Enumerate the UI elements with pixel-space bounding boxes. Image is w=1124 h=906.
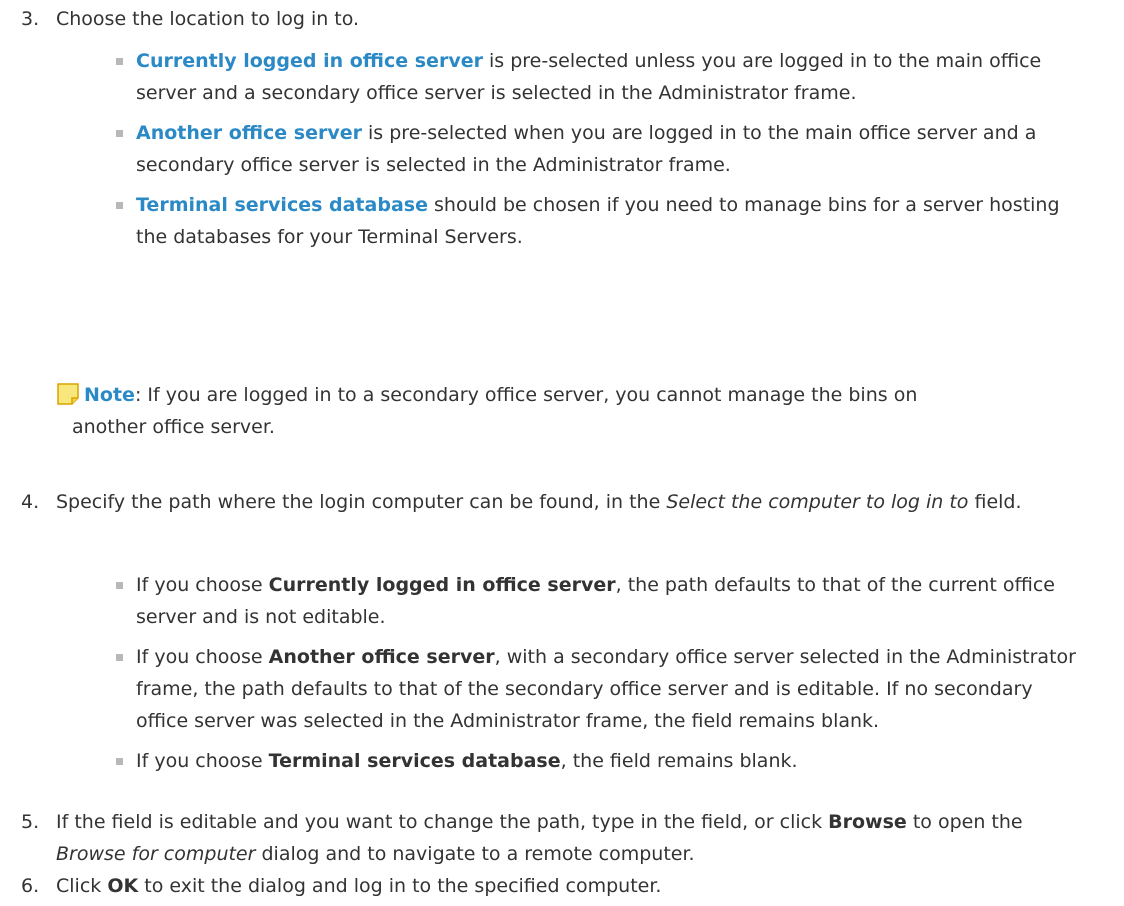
step-text-part: dialog and to navigate to a remote compu… (255, 843, 695, 865)
option-term: Currently logged in office server (136, 50, 483, 72)
step-text-part: Click (56, 875, 108, 897)
option-term: Currently logged in office server (268, 574, 616, 596)
note-callout: Note: If you are logged in to a secondar… (56, 379, 1084, 443)
step-text: Specify the path where the login compute… (56, 486, 1084, 518)
step-3-bullets: Currently logged in office server is pre… (0, 45, 1124, 261)
step-3: 3. Choose the location to log in to. (0, 3, 1124, 35)
list-item: If you choose Currently logged in office… (116, 569, 1084, 633)
step-number: 6. (21, 875, 40, 897)
step-text-part: field. (968, 491, 1022, 513)
step-5: 5. If the field is editable and you want… (0, 806, 1124, 870)
ok-button-label: OK (107, 875, 139, 897)
item-prefix: If you choose (136, 646, 269, 668)
step-number: 5. (21, 811, 40, 833)
list-item: Another office server is pre-selected wh… (116, 117, 1084, 181)
step-text-part: If the field is editable and you want to… (56, 811, 829, 833)
step-text: Click OK to exit the dialog and log in t… (56, 870, 1084, 902)
list-item: If you choose Another office server, wit… (116, 641, 1084, 737)
option-description: , the field remains blank. (560, 750, 798, 772)
step-text-part: Specify the path where the login compute… (56, 491, 667, 513)
item-prefix: If you choose (136, 750, 269, 772)
note-text: : If you are logged in to a secondary of… (134, 384, 918, 406)
option-term: Another office server (268, 646, 495, 668)
dialog-name: Browse for computer (56, 843, 256, 865)
note-line-2: another office server. (72, 416, 275, 438)
option-term: Terminal services database (136, 194, 428, 216)
step-text-part: to exit the dialog and log in to the spe… (138, 875, 662, 897)
list-item: Currently logged in office server is pre… (116, 45, 1084, 109)
step-4-bullets: If you choose Currently logged in office… (0, 569, 1124, 785)
step-text: If the field is editable and you want to… (56, 806, 1084, 870)
step-number: 4. (21, 491, 40, 513)
step-text: Choose the location to log in to. (56, 8, 360, 30)
list-item: If you choose Terminal services database… (116, 745, 1084, 777)
step-text-part: to open the (906, 811, 1023, 833)
option-term: Another office server (136, 122, 362, 144)
note-icon (56, 382, 80, 406)
step-4: 4. Specify the path where the login comp… (0, 486, 1124, 518)
item-prefix: If you choose (136, 574, 269, 596)
browse-button-label: Browse (828, 811, 907, 833)
step-6: 6. Click OK to exit the dialog and log i… (0, 870, 1124, 902)
note-label: Note (84, 384, 135, 406)
option-term: Terminal services database (268, 750, 561, 772)
field-name: Select the computer to log in to (666, 491, 969, 513)
note-line-1: Note: If you are logged in to a secondar… (84, 379, 1084, 411)
list-item: Terminal services database should be cho… (116, 189, 1084, 253)
step-number: 3. (21, 8, 40, 30)
